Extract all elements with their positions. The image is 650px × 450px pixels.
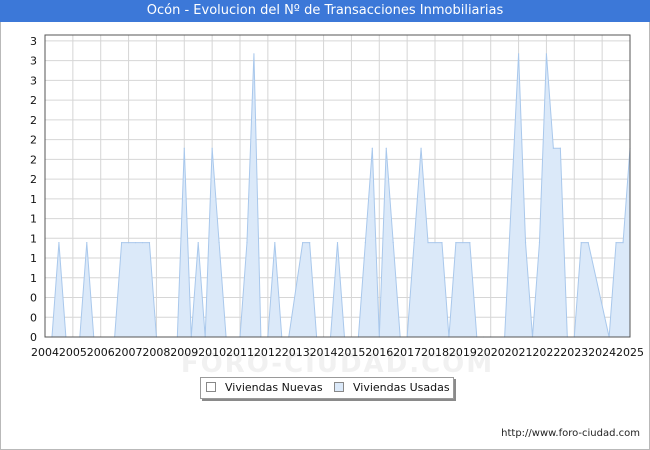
chart-legend: Viviendas Nuevas Viviendas Usadas xyxy=(200,377,454,399)
y-tick-label: 2 xyxy=(30,114,37,127)
y-tick-label: 1 xyxy=(30,193,37,206)
data-point-usadas xyxy=(434,242,436,244)
data-point-usadas xyxy=(580,242,582,244)
y-tick-label: 3 xyxy=(30,74,37,87)
legend-item-viviendas-usadas: Viviendas Usadas xyxy=(334,381,450,394)
y-tick-label: 2 xyxy=(30,153,37,166)
legend-swatch-nuevas xyxy=(206,382,216,392)
x-tick-label: 2005 xyxy=(59,346,87,359)
x-tick-label: 2025 xyxy=(616,346,644,359)
x-tick-label: 2010 xyxy=(198,346,226,359)
footer-url: http://www.foro-ciudad.com xyxy=(501,428,640,439)
x-tick-label: 2020 xyxy=(477,346,505,359)
data-point-usadas xyxy=(427,242,429,244)
x-tick-label: 2021 xyxy=(505,346,533,359)
data-point-usadas xyxy=(309,242,311,244)
data-point-usadas xyxy=(615,242,617,244)
data-point-usadas xyxy=(469,242,471,244)
data-point-usadas xyxy=(552,147,554,149)
data-point-usadas xyxy=(86,242,88,244)
data-point-usadas xyxy=(517,53,520,55)
data-point-usadas xyxy=(127,242,130,244)
x-tick-label: 2015 xyxy=(337,346,365,359)
data-point-usadas xyxy=(121,242,123,244)
data-point-usadas xyxy=(183,147,185,149)
legend-swatch-usadas xyxy=(334,382,344,392)
data-point-usadas xyxy=(559,147,561,149)
y-tick-label: 3 xyxy=(30,55,37,68)
y-tick-label: 2 xyxy=(30,94,37,107)
x-tick-label: 2019 xyxy=(449,346,477,359)
y-tick-label: 0 xyxy=(30,311,37,324)
data-point-usadas xyxy=(371,147,373,149)
data-point-usadas xyxy=(148,242,151,244)
data-point-usadas xyxy=(392,242,394,244)
data-point-usadas xyxy=(455,242,457,244)
y-tick-label: 1 xyxy=(30,213,37,226)
data-point-usadas xyxy=(441,242,443,244)
legend-label-usadas: Viviendas Usadas xyxy=(353,381,450,394)
legend-item-viviendas-nuevas: Viviendas Nuevas xyxy=(206,381,323,394)
y-tick-label: 1 xyxy=(30,232,37,245)
x-tick-label: 2006 xyxy=(87,346,115,359)
y-tick-label: 0 xyxy=(30,292,37,305)
data-point-usadas xyxy=(545,53,548,55)
y-tick-label: 2 xyxy=(30,173,37,186)
x-tick-label: 2018 xyxy=(421,346,449,359)
legend-label-nuevas: Viviendas Nuevas xyxy=(225,381,323,394)
data-point-usadas xyxy=(385,147,387,149)
data-point-usadas xyxy=(420,147,422,149)
data-point-usadas xyxy=(141,242,144,244)
data-point-usadas xyxy=(336,242,339,244)
x-tick-label: 2017 xyxy=(393,346,421,359)
data-point-usadas xyxy=(197,242,199,244)
data-point-usadas xyxy=(622,242,624,244)
x-tick-label: 2007 xyxy=(115,346,143,359)
x-tick-label: 2011 xyxy=(226,346,254,359)
x-tick-label: 2013 xyxy=(282,346,310,359)
data-point-usadas xyxy=(218,242,220,244)
x-tick-label: 2009 xyxy=(170,346,198,359)
data-point-usadas xyxy=(587,242,589,244)
x-tick-label: 2014 xyxy=(310,346,338,359)
x-tick-label: 2016 xyxy=(365,346,393,359)
y-tick-label: 3 xyxy=(30,35,37,48)
data-point-usadas xyxy=(413,242,415,244)
y-tick-label: 1 xyxy=(30,272,37,285)
data-point-usadas xyxy=(253,53,255,55)
x-tick-label: 2022 xyxy=(532,346,560,359)
y-tick-label: 2 xyxy=(30,134,37,147)
x-tick-label: 2023 xyxy=(560,346,588,359)
data-point-usadas xyxy=(524,242,527,244)
data-point-usadas xyxy=(274,242,276,244)
data-point-usadas xyxy=(462,242,464,244)
x-tick-label: 2012 xyxy=(254,346,282,359)
x-tick-label: 2004 xyxy=(31,346,59,359)
data-point-usadas xyxy=(211,147,213,149)
x-tick-label: 2024 xyxy=(588,346,616,359)
data-point-usadas xyxy=(364,242,366,244)
x-tick-label: 2008 xyxy=(142,346,170,359)
y-tick-label: 0 xyxy=(30,331,37,344)
y-tick-label: 1 xyxy=(30,252,37,265)
data-point-usadas xyxy=(302,242,304,244)
data-point-usadas xyxy=(246,242,248,244)
data-point-usadas xyxy=(58,242,60,244)
data-point-usadas xyxy=(538,242,541,244)
data-point-usadas xyxy=(134,242,137,244)
